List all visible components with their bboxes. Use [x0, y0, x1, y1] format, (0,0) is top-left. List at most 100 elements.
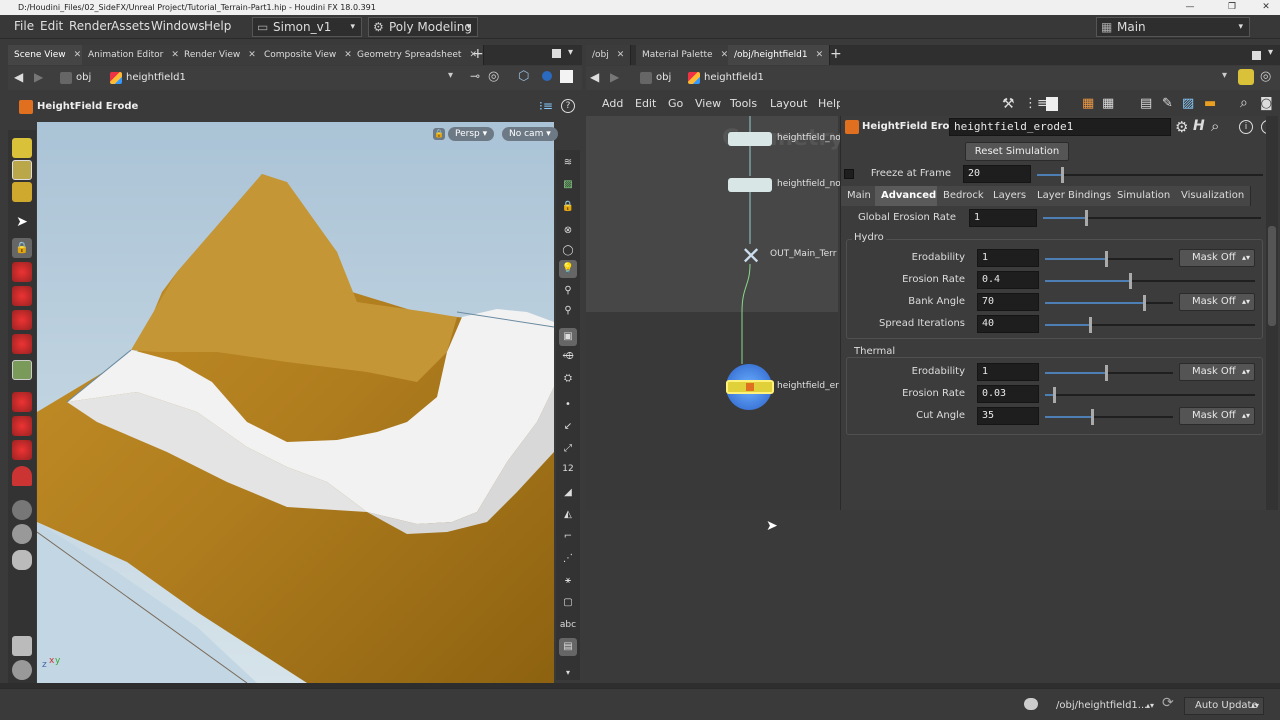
maximize-button[interactable]: ❐	[1218, 0, 1246, 15]
add-tab-icon[interactable]: +	[472, 46, 484, 62]
number-display-icon[interactable]: 12	[559, 460, 577, 478]
ghost-icon[interactable]: ≋	[559, 154, 577, 172]
layout-icon[interactable]: ▤	[1140, 96, 1152, 111]
tab-visualization[interactable]: Visualization	[1175, 186, 1252, 206]
heightfield-noise-node-2[interactable]	[728, 178, 772, 192]
perspective-menu[interactable]: Persp ▾	[448, 127, 495, 141]
tree-icon[interactable]: ⋮≡	[1024, 96, 1048, 111]
joint-icon[interactable]: ⚹	[559, 572, 577, 590]
background-icon[interactable]	[560, 70, 573, 83]
wrench-icon[interactable]: ⚒	[1002, 96, 1015, 112]
mesh-icon[interactable]	[12, 524, 32, 544]
link-icon[interactable]: ◎	[488, 69, 499, 84]
camera-icon[interactable]	[12, 500, 32, 520]
brain-icon[interactable]	[1024, 698, 1038, 710]
sticky-note-icon[interactable]	[1046, 97, 1058, 111]
status-path-selector[interactable]: /obj/heightfield1... ▴▾	[1046, 697, 1158, 715]
help-icon[interactable]: ?	[561, 99, 575, 113]
menu-edit[interactable]: Edit	[40, 19, 63, 33]
tab-layers[interactable]: Layers	[987, 186, 1034, 206]
tab-material-palette[interactable]: Material Palette ✕	[636, 45, 736, 65]
global-erosion-rate-field[interactable]: 1	[969, 209, 1037, 227]
grid-icon[interactable]: ▦	[1102, 96, 1114, 111]
parameter-scrollbar[interactable]	[1266, 116, 1278, 510]
freeze-frame-field[interactable]: 20	[963, 165, 1031, 183]
stop-icon[interactable]: ▢	[559, 594, 577, 612]
normal-display-icon[interactable]: ↙	[559, 418, 577, 436]
net-menu-layout[interactable]: Layout	[770, 97, 807, 110]
menu-windows[interactable]: Windows	[151, 19, 205, 33]
net-menu-tools[interactable]: Tools	[730, 97, 757, 110]
snap-grid-icon[interactable]	[12, 392, 32, 412]
cut-angle-mask-menu[interactable]: Mask Off ▴▾	[1179, 407, 1255, 425]
net-menu-edit[interactable]: Edit	[635, 97, 656, 110]
search-icon[interactable]: ⌕	[1211, 117, 1219, 135]
pane-menu-icon[interactable]	[1252, 51, 1261, 60]
guide-icon[interactable]: ⊗	[559, 222, 577, 240]
hydro-bank-angle-field[interactable]: 70	[977, 293, 1039, 311]
snap-icon[interactable]: ⋰	[559, 550, 577, 568]
workspace-selector[interactable]: ▦ Main ▾	[1096, 17, 1250, 37]
chevron-down-icon[interactable]: ▾	[1222, 70, 1227, 81]
null-node-icon[interactable]: ✕	[736, 244, 766, 268]
chevron-down-icon[interactable]: ▾	[559, 664, 577, 682]
update-mode-menu[interactable]: Auto Update ▴▾	[1184, 697, 1264, 715]
scene-viewport[interactable]: z x y 🔒	[37, 122, 554, 683]
select-tool-icon[interactable]	[12, 138, 32, 158]
tab-composite-view[interactable]: Composite View ✕	[258, 45, 359, 65]
light-icon[interactable]: 💡	[559, 260, 577, 278]
shading-icon[interactable]	[542, 71, 552, 81]
lock-camera-icon[interactable]: 🔒	[559, 198, 577, 216]
chevron-down-icon[interactable]: ▾	[448, 70, 453, 81]
menu-render[interactable]: Render	[69, 19, 112, 33]
freeze-frame-slider[interactable]	[1037, 167, 1263, 183]
rotate-tool-icon[interactable]	[12, 286, 32, 306]
spread-iterations-field[interactable]: 40	[977, 315, 1039, 333]
folder-icon[interactable]: ▬	[1204, 96, 1216, 111]
breadcrumb-root[interactable]: obj	[58, 70, 91, 86]
chevron-down-icon[interactable]: ▾	[1268, 47, 1273, 58]
tab-bedrock[interactable]: Bedrock	[937, 186, 991, 206]
hydro-bank-angle-slider[interactable]	[1045, 295, 1173, 311]
info-icon[interactable]: i	[1239, 120, 1253, 134]
heightfield-erode-node[interactable]	[726, 380, 774, 394]
gear-icon[interactable]: ⚙	[1175, 118, 1188, 136]
tab-advanced[interactable]: Advanced	[875, 186, 944, 206]
prim-display-icon[interactable]: ◢	[559, 484, 577, 502]
shadow-icon[interactable]: ⚲	[559, 302, 577, 320]
notes-icon[interactable]: ✎	[1162, 96, 1173, 111]
network-editor-lower[interactable]: heightfield_er ➤	[586, 312, 839, 534]
shelf-set-selector[interactable]: ⚙ Poly Modeling ▾	[368, 17, 478, 37]
hydro-erodability-mask-menu[interactable]: Mask Off ▴▾	[1179, 249, 1255, 267]
back-arrow-icon[interactable]: ◀	[14, 70, 23, 84]
snap-point-icon[interactable]	[12, 440, 32, 460]
vertex-display-icon[interactable]: ⤢	[559, 440, 577, 458]
scrollbar-thumb[interactable]	[1268, 226, 1276, 326]
pane-menu-icon[interactable]	[552, 49, 561, 58]
image-icon[interactable]: ▤	[559, 638, 577, 656]
tab-main[interactable]: Main	[841, 186, 878, 206]
tab-geometry-spreadsheet[interactable]: Geometry Spreadsheet ✕	[351, 45, 484, 65]
add-tab-icon[interactable]: +	[830, 46, 842, 62]
net-menu-add[interactable]: Add	[602, 97, 623, 110]
display-icon[interactable]: ⬡	[518, 69, 529, 84]
hydro-erosion-rate-slider[interactable]	[1045, 273, 1255, 289]
thermal-erodability-mask-menu[interactable]: Mask Off ▴▾	[1179, 363, 1255, 381]
back-arrow-icon[interactable]: ◀	[590, 70, 599, 84]
cut-angle-field[interactable]: 35	[977, 407, 1039, 425]
tab-simulation[interactable]: Simulation	[1111, 186, 1178, 206]
hydro-bank-angle-mask-menu[interactable]: Mask Off ▴▾	[1179, 293, 1255, 311]
tab-scene-view[interactable]: Scene View ✕	[8, 45, 89, 65]
close-icon[interactable]: ✕	[721, 50, 729, 60]
hda-icon[interactable]: H	[1193, 118, 1205, 134]
camera-menu[interactable]: No cam ▾	[502, 127, 558, 141]
view-tool-icon[interactable]	[12, 360, 32, 380]
close-window-button[interactable]: ✕	[1252, 0, 1280, 15]
network-editor[interactable]: Geometry heightfield_no heightfield_no ✕…	[586, 116, 844, 312]
frame-icon[interactable]: ⌐	[559, 528, 577, 546]
tool-options-icon[interactable]: ⁝≡	[539, 99, 553, 113]
menu-assets[interactable]: Assets	[111, 19, 150, 33]
thermal-erodability-slider[interactable]	[1045, 365, 1173, 381]
breadcrumb-node[interactable]: heightfield1	[108, 70, 186, 86]
template-icon[interactable]: ⬲	[559, 348, 577, 366]
